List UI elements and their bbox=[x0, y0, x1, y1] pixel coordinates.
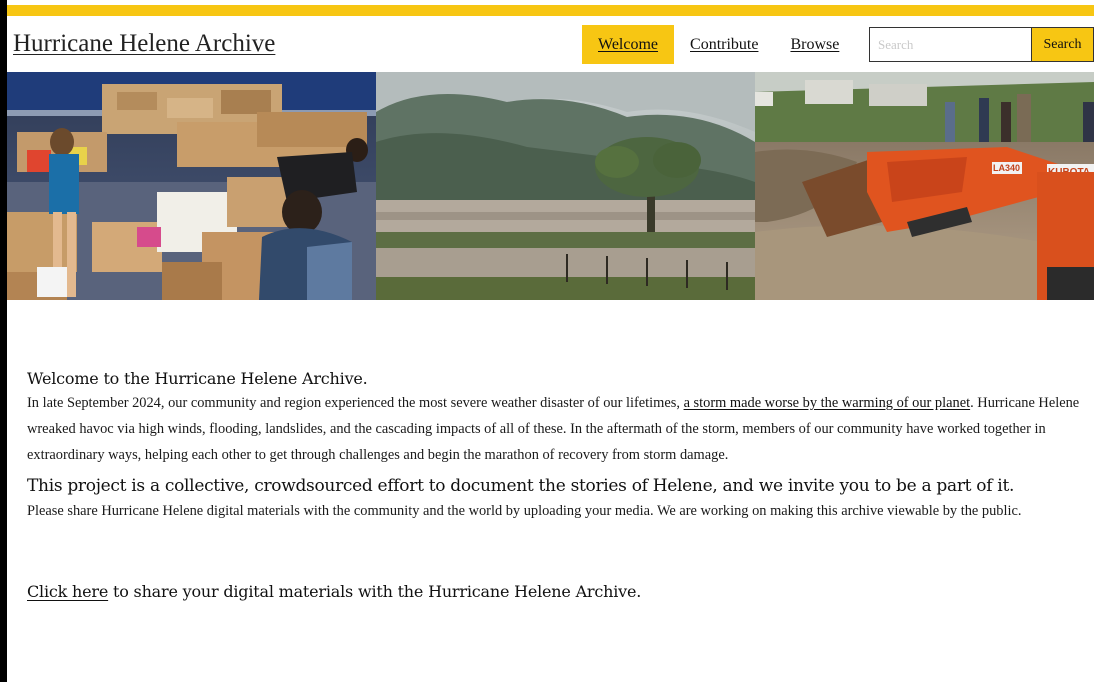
site-header: Hurricane Helene Archive Welcome Contrib… bbox=[7, 16, 1094, 72]
nav-contribute[interactable]: Contribute bbox=[674, 25, 774, 64]
share-paragraph: Please share Hurricane Helene digital ma… bbox=[27, 503, 1022, 519]
search-input[interactable] bbox=[869, 27, 1031, 62]
main-content: Welcome to the Hurricane Helene Archive.… bbox=[27, 364, 1085, 601]
search-button[interactable]: Search bbox=[1031, 27, 1094, 62]
top-accent-bar bbox=[7, 5, 1094, 16]
flooded-field-photo bbox=[376, 72, 755, 300]
svg-text:LA340: LA340 bbox=[993, 163, 1020, 173]
project-heading: This project is a collective, crowdsourc… bbox=[27, 476, 1015, 496]
nav-welcome[interactable]: Welcome bbox=[582, 25, 675, 64]
banner-photo-strip: LA340 KUBOTA bbox=[7, 72, 1094, 300]
page: Hurricane Helene Archive Welcome Contrib… bbox=[7, 0, 1094, 682]
kubota-excavator-cleanup-photo: LA340 KUBOTA bbox=[755, 72, 1094, 300]
site-title-link[interactable]: Hurricane Helene Archive bbox=[13, 30, 275, 58]
intro-paragraph: In late September 2024, our community an… bbox=[27, 390, 1085, 468]
nav-browse[interactable]: Browse bbox=[774, 25, 855, 64]
intro-text-start: In late September 2024, our community an… bbox=[27, 395, 684, 411]
main-nav: Welcome Contribute Browse bbox=[582, 25, 855, 64]
welcome-heading: Welcome to the Hurricane Helene Archive. bbox=[27, 369, 368, 388]
share-cta: Click here to share your digital materia… bbox=[27, 582, 1085, 601]
click-here-link[interactable]: Click here bbox=[27, 582, 108, 601]
cta-text: to share your digital materials with the… bbox=[108, 582, 642, 601]
warming-planet-link[interactable]: a storm made worse by the warming of our… bbox=[684, 395, 971, 411]
volunteers-sorting-donations-photo bbox=[7, 72, 376, 300]
